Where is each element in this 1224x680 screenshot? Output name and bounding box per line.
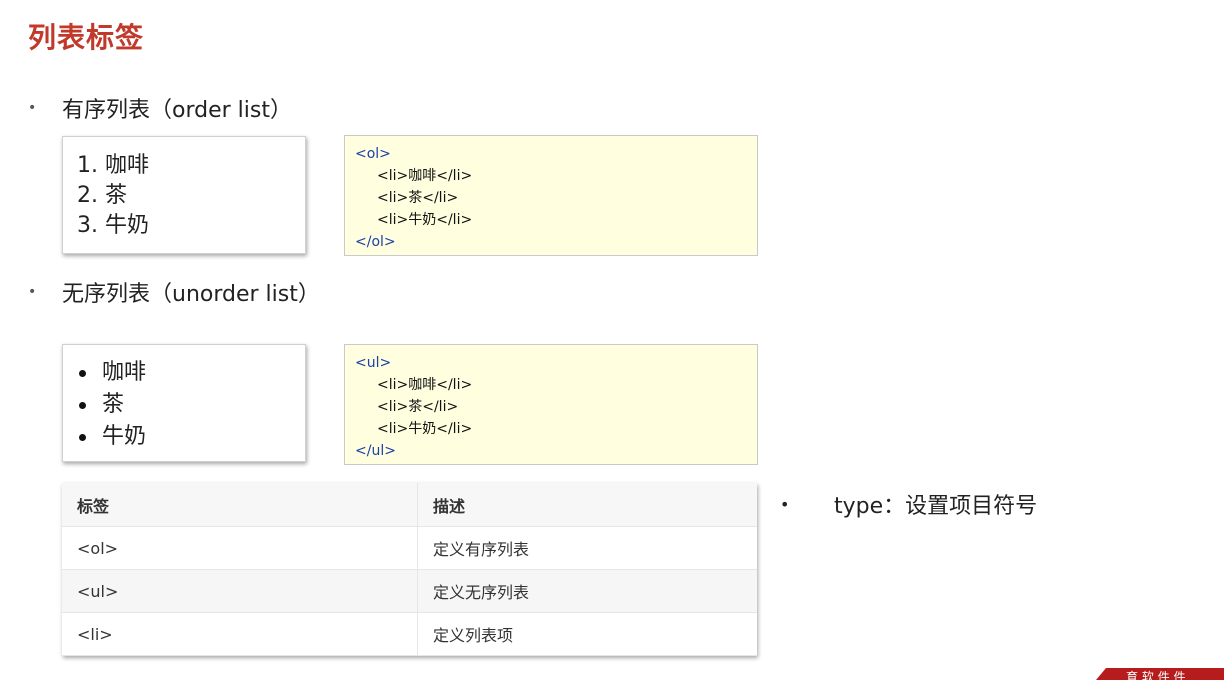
code-line: <li>咖啡</li> <box>377 377 473 393</box>
unordered-list-demo: 咖啡 茶 牛奶 <box>62 344 306 462</box>
bullet-dot-icon <box>79 433 86 441</box>
code-line: </ol> <box>355 234 396 250</box>
list-item: 1. 咖啡 <box>77 153 149 178</box>
list-item: 3. 牛奶 <box>77 213 149 238</box>
table-header-cell: 标签 <box>62 483 418 527</box>
bullet-icon: • <box>28 284 37 300</box>
bullet-dot-icon <box>79 369 86 377</box>
table-row: <ol> 定义有序列表 <box>62 526 757 570</box>
code-line: </ul> <box>355 443 396 459</box>
table-cell: <ol> <box>62 526 418 570</box>
list-item-text: 咖啡 <box>102 360 147 385</box>
list-item: 2. 茶 <box>77 183 127 208</box>
slide-title: 列表标签 <box>28 21 145 54</box>
table-cell: 定义无序列表 <box>417 569 757 613</box>
table-cell: 定义有序列表 <box>417 526 757 570</box>
list-item: 咖啡 <box>75 357 305 389</box>
table-cell: <li> <box>62 612 418 656</box>
code-line: <li>牛奶</li> <box>377 212 473 228</box>
bullet-dot-icon <box>79 401 86 409</box>
code-line: <li>咖啡</li> <box>377 168 473 184</box>
bullet-icon: • <box>780 494 790 514</box>
ordered-list-code: <ol> <li>咖啡</li> <li>茶</li> <li>牛奶</li> … <box>344 135 758 256</box>
ordered-list-heading-text: 有序列表（order list） <box>62 98 292 123</box>
list-item-text: 茶 <box>102 392 125 417</box>
unordered-list-heading-text: 无序列表（unorder list） <box>62 282 320 307</box>
unordered-list-code: <ul> <li>咖啡</li> <li>茶</li> <li>牛奶</li> … <box>344 344 758 465</box>
corner-banner-text: 育 软 件 件 <box>1126 670 1186 680</box>
code-line: <ol> <box>355 146 391 162</box>
corner-banner: 育 软 件 件 <box>1096 668 1224 680</box>
table-header-row: 标签 描述 <box>62 483 757 527</box>
ordered-list-demo: 1. 咖啡 2. 茶 3. 牛奶 <box>62 136 306 254</box>
bullet-icon: • <box>28 100 37 116</box>
table-row: <ul> 定义无序列表 <box>62 569 757 613</box>
code-line: <li>牛奶</li> <box>377 421 473 437</box>
tag-reference-table: 标签 描述 <ol> 定义有序列表 <ul> 定义无序列表 <li> 定义列表项 <box>62 483 757 656</box>
ordered-list-heading: • 有序列表（order list） <box>28 92 292 124</box>
type-attribute-note-text: type：设置项目符号 <box>834 494 1038 519</box>
table-header-cell: 描述 <box>417 483 757 527</box>
code-line: <ul> <box>355 355 392 371</box>
unordered-list-heading: • 无序列表（unorder list） <box>28 276 320 308</box>
table-cell: <ul> <box>62 569 418 613</box>
list-item: 茶 <box>75 389 305 421</box>
code-line: <li>茶</li> <box>377 399 459 415</box>
list-item-text: 牛奶 <box>102 424 147 449</box>
list-item: 牛奶 <box>75 421 305 453</box>
table-cell: 定义列表项 <box>417 612 757 656</box>
type-attribute-note: • type：设置项目符号 <box>780 488 1037 520</box>
code-line: <li>茶</li> <box>377 190 459 206</box>
table-row: <li> 定义列表项 <box>62 612 757 656</box>
